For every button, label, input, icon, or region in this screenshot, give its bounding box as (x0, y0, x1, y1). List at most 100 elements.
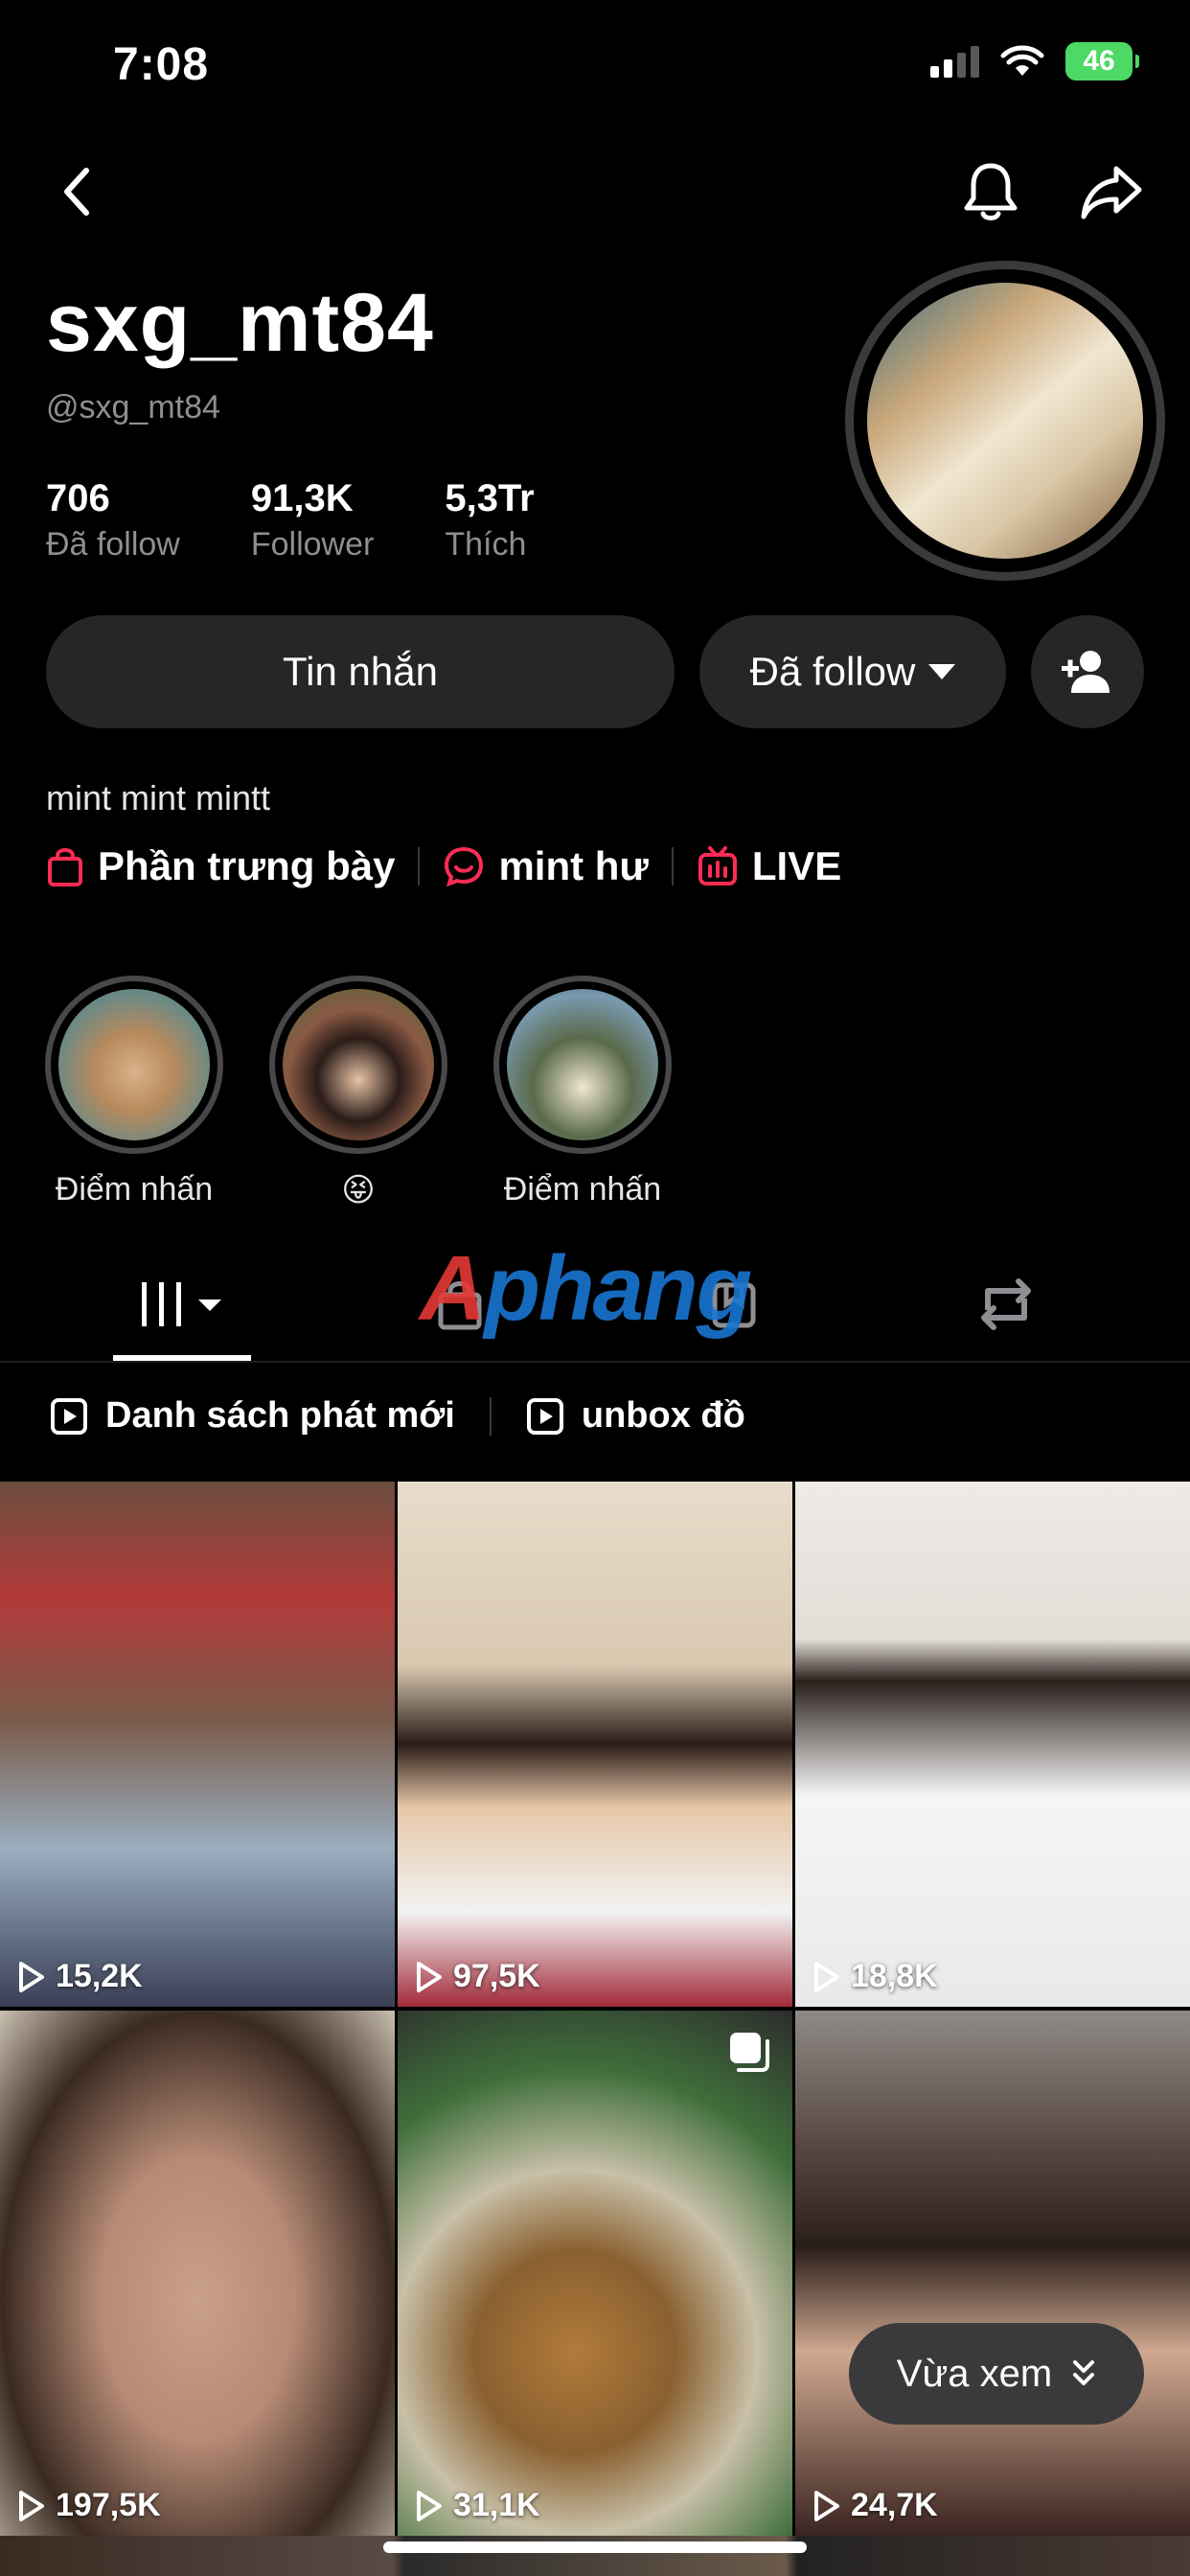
highlight-label: Điểm nhấn (55, 1171, 214, 1208)
message-button-label: Tin nhắn (283, 649, 438, 694)
video-thumbnail[interactable]: 97,5K (398, 1482, 792, 2007)
watermark-text: phang (484, 1237, 752, 1340)
highlight-image (283, 989, 434, 1140)
multi-photo-icon (730, 2033, 769, 2072)
stat-followers-label: Follower (250, 526, 375, 563)
live-link[interactable]: LIVE (697, 843, 841, 889)
view-count: 97,5K (415, 1958, 540, 1995)
repost-icon (981, 1278, 1031, 1330)
battery-icon: 46 (1065, 42, 1139, 80)
cellular-signal-icon (930, 45, 979, 78)
stat-followers-count: 91,3K (250, 477, 354, 519)
back-button[interactable] (38, 153, 115, 230)
view-count-text: 15,2K (56, 1958, 143, 1994)
bell-icon (964, 163, 1018, 220)
double-chevron-down-icon (1073, 2360, 1095, 2385)
profile-handle: @sxg_mt84 (46, 389, 220, 426)
play-outline-icon (417, 2490, 442, 2521)
group-chat-link[interactable]: mint hư (443, 843, 649, 889)
home-indicator[interactable] (383, 2542, 807, 2553)
view-count-text: 97,5K (453, 1958, 540, 1994)
video-thumbnail[interactable]: 31,1K (398, 2011, 792, 2536)
highlight-item[interactable]: Điểm nhấn (38, 976, 230, 1208)
share-arrow-icon (1081, 166, 1142, 219)
view-count: 24,7K (812, 2487, 938, 2524)
view-count: 18,8K (812, 1958, 938, 1995)
wifi-icon (1000, 45, 1044, 76)
chevron-left-icon (64, 168, 89, 216)
tab-reposts[interactable] (958, 1246, 1054, 1363)
play-outline-icon (814, 1961, 839, 1992)
play-outline-icon (417, 1961, 442, 1992)
video-thumbnail[interactable]: 18,8K (795, 1482, 1190, 2007)
stat-likes-count: 5,3Tr (445, 477, 535, 519)
highlight-image (58, 989, 210, 1140)
video-thumbnail[interactable]: 197,5K (0, 2011, 395, 2536)
stat-likes-label: Thích (445, 526, 527, 563)
video-thumbnail[interactable]: 24,7K (795, 2011, 1190, 2536)
status-time: 7:08 (113, 39, 210, 90)
profile-avatar[interactable] (845, 261, 1165, 581)
stat-following-label: Đã follow (46, 526, 180, 563)
video-thumbnail[interactable]: 15,2K (0, 1482, 395, 2007)
shopping-bag-icon (48, 848, 82, 886)
group-chat-link-label: mint hư (498, 843, 649, 888)
view-count: 31,1K (415, 2487, 540, 2524)
stat-followers[interactable]: 91,3K Follower (251, 477, 374, 564)
avatar-image (867, 283, 1143, 559)
profile-name: sxg_mt84 (46, 277, 434, 369)
status-indicators: 46 (930, 42, 1139, 80)
share-button[interactable] (1073, 153, 1150, 230)
play-outline-icon (19, 2490, 44, 2521)
play-outline-icon (19, 1961, 44, 1992)
watermark: Aphang (420, 1236, 752, 1342)
live-link-label: LIVE (751, 843, 842, 888)
recently-viewed-button[interactable]: Vừa xem (849, 2323, 1144, 2425)
highlight-label: 😝 (341, 1172, 376, 1208)
highlight-ring (45, 976, 223, 1154)
active-tab-indicator (113, 1355, 251, 1361)
link-divider (418, 847, 421, 886)
notifications-button[interactable] (952, 153, 1029, 230)
profile-bio: mint mint mintt (46, 778, 271, 817)
message-button[interactable]: Tin nhắn (46, 615, 675, 728)
profile-stats: 706 Đã follow 91,3K Follower 5,3Tr Thích (46, 477, 535, 564)
highlight-label: Điểm nhấn (503, 1171, 662, 1208)
recently-viewed-label: Vừa xem (896, 2352, 1053, 2395)
highlight-item[interactable]: 😝 (263, 976, 454, 1209)
following-button-label: Đã follow (749, 649, 916, 694)
live-tv-icon (698, 846, 737, 886)
stat-likes[interactable]: 5,3Tr Thích (445, 477, 534, 564)
playlist-item[interactable]: Danh sách phát mới (50, 1395, 455, 1437)
view-count-text: 24,7K (851, 2487, 938, 2523)
showcase-link-label: Phần trưng bày (98, 843, 396, 888)
highlight-item[interactable]: Điểm nhấn (487, 976, 678, 1208)
view-count: 197,5K (17, 2487, 161, 2524)
playlists-row: Danh sách phát mới unbox đồ (50, 1395, 745, 1437)
tab-videos[interactable] (113, 1246, 251, 1363)
playlist-divider (489, 1396, 492, 1436)
highlight-ring (269, 976, 447, 1154)
view-count-text: 18,8K (851, 1958, 938, 1994)
view-count-text: 197,5K (56, 2487, 161, 2523)
following-button[interactable]: Đã follow (699, 615, 1006, 728)
highlight-image (507, 989, 658, 1140)
showcase-link[interactable]: Phần trưng bày (46, 843, 395, 889)
link-divider (671, 847, 674, 886)
stat-following-count: 706 (46, 477, 110, 519)
playlist-label: Danh sách phát mới (105, 1395, 455, 1436)
view-count-text: 31,1K (453, 2487, 540, 2523)
playlist-item[interactable]: unbox đồ (526, 1395, 745, 1437)
play-outline-icon (814, 2490, 839, 2521)
playlist-play-icon (51, 1397, 87, 1435)
playlist-label: unbox đồ (581, 1395, 745, 1436)
video-grid-icon (142, 1282, 221, 1326)
caret-down-icon (928, 664, 956, 679)
watermark-letter: A (420, 1237, 486, 1340)
playlist-play-icon (526, 1397, 563, 1435)
add-friend-button[interactable] (1031, 615, 1144, 728)
stat-following[interactable]: 706 Đã follow (46, 477, 180, 564)
view-count: 15,2K (17, 1958, 143, 1995)
highlight-ring (493, 976, 672, 1154)
add-user-icon (1062, 651, 1110, 693)
